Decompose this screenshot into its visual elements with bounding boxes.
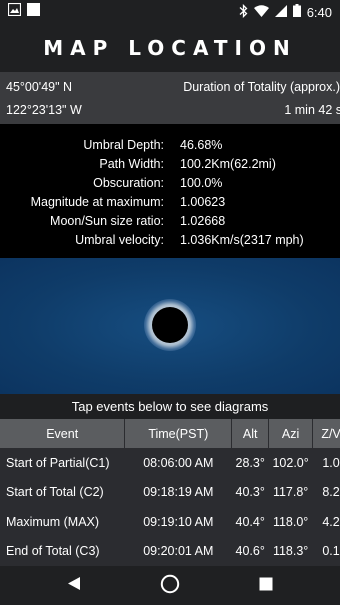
event-name: Maximum (MAX) [6,514,100,529]
event-zv: 1.0 [322,455,340,470]
latitude-value: 45°00'49" N [6,80,73,94]
wifi-icon [253,4,269,20]
coordinates-panel: 45°00'49" N Duration of Totality (approx… [0,72,340,124]
stat-label: Path Width: [99,156,164,171]
event-azi: 117.8° [272,485,309,500]
back-icon [67,576,81,596]
event-time: 09:19:10 AM [143,514,214,529]
column-header-alt: Alt [231,419,270,448]
stat-label: Umbral Depth: [83,137,164,152]
image-icon [7,2,22,21]
stat-row-umbral-velocity: Umbral velocity: 1.036Km/s(2317 mph) [0,230,340,249]
column-header-time: Time(PST) [124,419,233,448]
event-alt: 40.4° [235,514,265,529]
event-azi: 118.0° [272,514,309,529]
event-alt: 40.3° [235,485,265,500]
event-zv: 8.2 [322,485,340,500]
eclipse-sky-view [0,258,340,394]
event-azi: 102.0° [272,455,309,470]
eclipse-stats-panel: Umbral Depth: 46.68% Path Width: 100.2Km… [0,124,340,258]
events-hint: Tap events below to see diagrams [0,394,340,419]
bluetooth-icon [239,3,248,21]
app-bar: MAP LOCATION [0,24,340,72]
home-icon [160,574,180,599]
event-name: Start of Total (C2) [6,485,104,500]
stat-value: 1.036Km/s(2317 mph) [180,232,304,247]
event-time: 08:06:00 AM [143,455,214,470]
event-name: End of Total (C3) [6,544,100,559]
table-row[interactable]: Start of Partial(C1) 08:06:00 AM 28.3° 1… [0,448,340,478]
event-zv: 0.1 [322,544,340,559]
totality-duration-label: Duration of Totality (approx.) [183,80,340,94]
battery-icon [292,4,301,20]
stat-row-size-ratio: Moon/Sun size ratio: 1.02668 [0,211,340,230]
stat-label: Umbral velocity: [75,232,164,247]
stat-value: 100.0% [180,175,223,190]
stat-label: Obscuration: [93,175,164,190]
event-name: Start of Partial(C1) [6,455,110,470]
table-row[interactable]: End of Total (C3) 09:20:01 AM 40.6° 118.… [0,537,340,567]
table-header-row: Event Time(PST) Alt Azi Z/V [0,419,340,448]
event-alt: 28.3° [235,455,265,470]
stat-row-umbral-depth: Umbral Depth: 46.68% [0,135,340,154]
recents-icon [259,577,273,596]
table-row[interactable]: Maximum (MAX) 09:19:10 AM 40.4° 118.0° 4… [0,507,340,537]
stat-row-magnitude: Magnitude at maximum: 1.00623 [0,192,340,211]
column-header-azi: Azi [268,419,314,448]
status-time: 6:40 [306,4,332,20]
status-bar: 6:40 [0,0,340,24]
stat-value: 1.00623 [180,194,226,209]
home-button[interactable] [159,574,181,599]
totality-duration-value: 1 min 42 s [284,103,340,117]
page-title: MAP LOCATION [43,36,297,60]
column-header-zv: Z/V [312,419,340,448]
event-alt: 40.6° [235,544,265,559]
event-azi: 118.3° [272,544,309,559]
event-time: 09:20:01 AM [143,544,214,559]
events-table: Event Time(PST) Alt Azi Z/V Start of Par… [0,419,340,566]
system-nav-bar [0,566,340,605]
moon-disc [152,307,188,343]
recents-button[interactable] [255,575,277,597]
stat-value: 100.2Km(62.2mi) [180,156,276,171]
events-table-container: Event Time(PST) Alt Azi Z/V Start of Par… [0,419,340,566]
signal-icon [274,4,287,20]
column-header-event: Event [0,419,126,448]
event-zv: 4.2 [322,514,340,529]
longitude-value: 122°23'13" W [6,103,82,117]
back-button[interactable] [63,575,85,597]
stat-row-obscuration: Obscuration: 100.0% [0,173,340,192]
stat-label: Magnitude at maximum: [30,194,164,209]
stat-value: 1.02668 [180,213,226,228]
table-row[interactable]: Start of Total (C2) 09:18:19 AM 40.3° 11… [0,478,340,508]
square-icon [27,3,40,21]
stat-row-path-width: Path Width: 100.2Km(62.2mi) [0,154,340,173]
event-time: 09:18:19 AM [143,485,214,500]
stat-value: 46.68% [180,137,223,152]
coordinates-row-longitude: 122°23'13" W 1 min 42 s [0,97,340,123]
stat-label: Moon/Sun size ratio: [50,213,164,228]
